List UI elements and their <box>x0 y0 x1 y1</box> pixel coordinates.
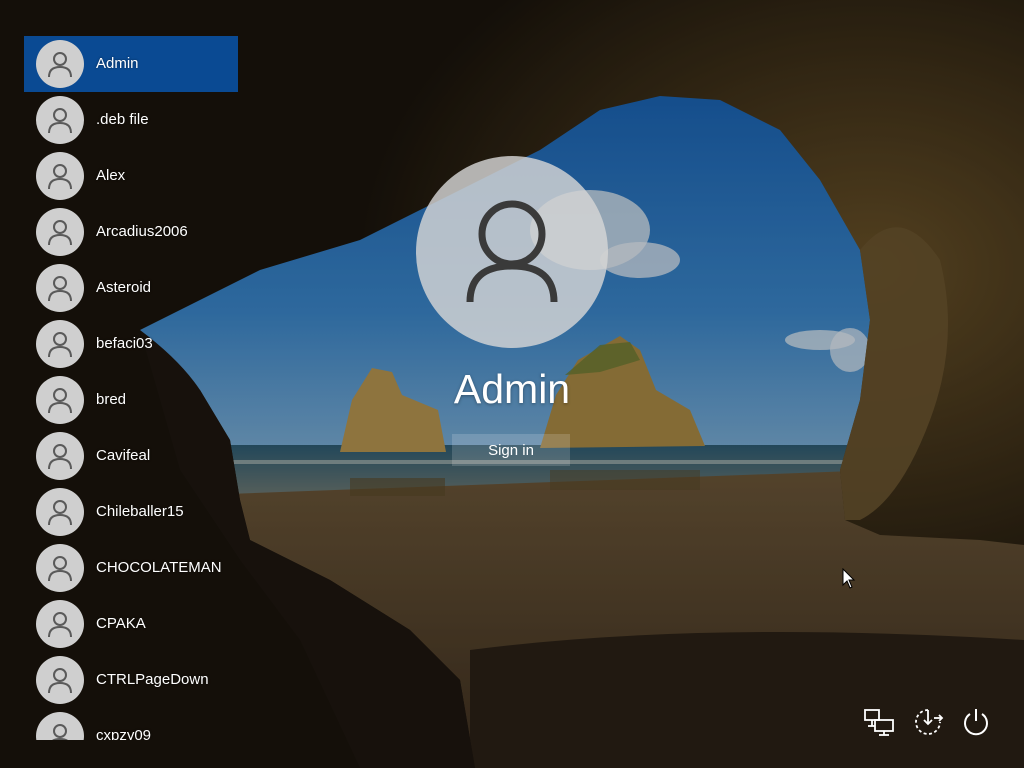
user-name: Admin <box>96 55 139 72</box>
user-name: CTRLPageDown <box>96 671 209 688</box>
user-name: Asteroid <box>96 279 152 296</box>
user-avatar-icon <box>36 208 84 256</box>
user-name: Alex <box>96 167 126 184</box>
user-list-item[interactable]: CPAKA <box>24 596 238 652</box>
user-avatar-icon <box>36 544 84 592</box>
user-avatar-icon <box>36 152 84 200</box>
user-list-item[interactable]: CTRLPageDown <box>24 652 238 708</box>
user-name: CHOCOLATEMAN <box>96 559 222 576</box>
user-avatar-icon <box>36 712 84 740</box>
user-avatar-icon <box>36 432 84 480</box>
user-name: cxpzy09 <box>96 727 152 740</box>
user-avatar-icon <box>36 264 84 312</box>
user-list-item[interactable]: Asteroid <box>24 260 238 316</box>
user-avatar-icon <box>36 488 84 536</box>
user-list-item[interactable]: cxpzy09 <box>24 708 238 740</box>
user-list: Admin .deb file Alex Arcadius2006 Astero… <box>24 36 238 740</box>
user-name: befaci03 <box>96 335 153 352</box>
selected-user-avatar-icon <box>416 156 608 348</box>
user-list-item[interactable]: Cavifeal <box>24 428 238 484</box>
user-avatar-icon <box>36 376 84 424</box>
user-name: bred <box>96 391 127 408</box>
sign-in-button[interactable]: Sign in <box>452 434 570 466</box>
user-avatar-icon <box>36 600 84 648</box>
user-name: .deb file <box>96 111 149 128</box>
ease-of-access-icon[interactable] <box>910 704 946 740</box>
selected-user-name: Admin <box>453 366 571 412</box>
user-list-item[interactable]: Arcadius2006 <box>24 204 238 260</box>
user-avatar-icon <box>36 96 84 144</box>
user-list-item[interactable]: Alex <box>24 148 238 204</box>
user-list-item[interactable]: befaci03 <box>24 316 238 372</box>
user-name: Arcadius2006 <box>96 223 188 240</box>
user-avatar-icon <box>36 320 84 368</box>
user-name: CPAKA <box>96 615 146 632</box>
network-icon[interactable] <box>862 704 898 740</box>
user-avatar-icon <box>36 656 84 704</box>
lock-screen: Admin .deb file Alex Arcadius2006 Astero… <box>0 0 1024 768</box>
user-list-item[interactable]: Chileballer15 <box>24 484 238 540</box>
user-list-item[interactable]: CHOCOLATEMAN <box>24 540 238 596</box>
user-list-item[interactable]: bred <box>24 372 238 428</box>
mouse-pointer-icon <box>842 568 856 589</box>
user-name: Chileballer15 <box>96 503 184 520</box>
user-name: Cavifeal <box>96 447 151 464</box>
user-list-item-admin[interactable]: Admin <box>24 36 238 92</box>
user-avatar-icon <box>36 40 84 88</box>
user-list-item[interactable]: .deb file <box>24 92 238 148</box>
power-icon[interactable] <box>958 704 994 740</box>
